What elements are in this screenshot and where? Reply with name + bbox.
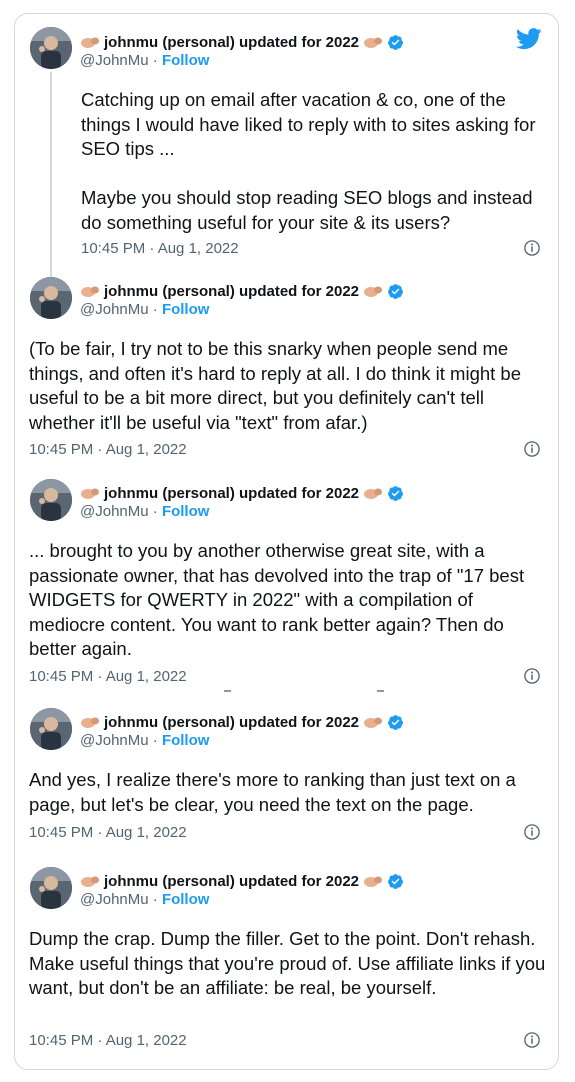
info-icon[interactable] — [523, 667, 541, 685]
separator-dot: · — [152, 301, 158, 318]
thread-connector-line — [50, 72, 52, 282]
flexed-biceps-emoji-icon — [80, 35, 100, 49]
tweet-text: Dump the crap. Dump the filler. Get to t… — [29, 928, 546, 998]
author-handle[interactable]: @JohnMu — [80, 503, 149, 520]
divider-fragment — [224, 690, 231, 692]
tweet-text: Catching up on email after vacation & co… — [81, 89, 536, 233]
separator-dot: · — [152, 503, 158, 520]
author-handle-line: @JohnMu · Follow — [80, 891, 209, 909]
flexed-biceps-emoji-icon — [80, 486, 100, 500]
verified-badge-icon — [388, 34, 403, 50]
author-name-line[interactable]: johnmu (personal) updated for 2022 — [80, 483, 404, 503]
tweet-timestamp[interactable]: 10:45 PM · Aug 1, 2022 — [81, 240, 239, 257]
author-handle[interactable]: @JohnMu — [80, 732, 149, 749]
tweet-thread-card: johnmu (personal) updated for 2022 @John… — [14, 13, 559, 1070]
flexed-biceps-emoji-icon — [363, 486, 383, 500]
separator-dot: · — [152, 891, 158, 908]
separator-dot: · — [152, 732, 158, 749]
author-handle-line: @JohnMu · Follow — [80, 732, 209, 750]
verified-badge-icon — [388, 873, 403, 889]
author-name-line[interactable]: johnmu (personal) updated for 2022 — [80, 712, 404, 732]
author-name-line[interactable]: johnmu (personal) updated for 2022 — [80, 32, 404, 52]
avatar[interactable] — [30, 277, 72, 319]
flexed-biceps-emoji-icon — [80, 715, 100, 729]
twitter-bird-icon[interactable] — [516, 28, 542, 50]
info-icon[interactable] — [523, 1031, 541, 1049]
author-handle-line: @JohnMu · Follow — [80, 301, 209, 319]
author-handle-line: @JohnMu · Follow — [80, 503, 209, 521]
flexed-biceps-emoji-icon — [363, 284, 383, 298]
follow-button[interactable]: Follow — [162, 52, 210, 69]
flexed-biceps-emoji-icon — [363, 874, 383, 888]
tweet-text: (To be fair, I try not to be this snarky… — [29, 338, 522, 433]
verified-badge-icon — [388, 485, 403, 501]
follow-button[interactable]: Follow — [162, 891, 210, 908]
author-handle[interactable]: @JohnMu — [80, 891, 149, 908]
info-icon[interactable] — [523, 440, 541, 458]
flexed-biceps-emoji-icon — [80, 284, 100, 298]
follow-button[interactable]: Follow — [162, 301, 210, 318]
author-name-line[interactable]: johnmu (personal) updated for 2022 — [80, 871, 404, 891]
tweet-timestamp[interactable]: 10:45 PM · Aug 1, 2022 — [29, 824, 187, 841]
tweet-text: ... brought to you by another otherwise … — [29, 540, 525, 659]
avatar[interactable] — [30, 479, 72, 521]
author-display-name[interactable]: johnmu (personal) updated for 2022 — [104, 34, 359, 51]
separator-dot: · — [152, 52, 158, 69]
author-handle-line: @JohnMu · Follow — [80, 52, 209, 70]
author-display-name[interactable]: johnmu (personal) updated for 2022 — [104, 873, 359, 890]
flexed-biceps-emoji-icon — [363, 715, 383, 729]
tweet-text: And yes, I realize there's more to ranki… — [29, 769, 516, 815]
follow-button[interactable]: Follow — [162, 732, 210, 749]
divider-fragment — [377, 690, 384, 692]
flexed-biceps-emoji-icon — [80, 874, 100, 888]
tweet-timestamp[interactable]: 10:45 PM · Aug 1, 2022 — [29, 668, 187, 685]
tweet-timestamp[interactable]: 10:45 PM · Aug 1, 2022 — [29, 441, 187, 458]
follow-button[interactable]: Follow — [162, 503, 210, 520]
flexed-biceps-emoji-icon — [363, 35, 383, 49]
author-handle[interactable]: @JohnMu — [80, 52, 149, 69]
avatar[interactable] — [30, 27, 72, 69]
verified-badge-icon — [388, 283, 403, 299]
author-display-name[interactable]: johnmu (personal) updated for 2022 — [104, 283, 359, 300]
info-icon[interactable] — [523, 823, 541, 841]
avatar[interactable] — [30, 867, 72, 909]
author-handle[interactable]: @JohnMu — [80, 301, 149, 318]
info-icon[interactable] — [523, 239, 541, 257]
avatar[interactable] — [30, 708, 72, 750]
tweet-timestamp[interactable]: 10:45 PM · Aug 1, 2022 — [29, 1032, 187, 1049]
verified-badge-icon — [388, 714, 403, 730]
author-display-name[interactable]: johnmu (personal) updated for 2022 — [104, 714, 359, 731]
author-name-line[interactable]: johnmu (personal) updated for 2022 — [80, 281, 404, 301]
author-display-name[interactable]: johnmu (personal) updated for 2022 — [104, 485, 359, 502]
